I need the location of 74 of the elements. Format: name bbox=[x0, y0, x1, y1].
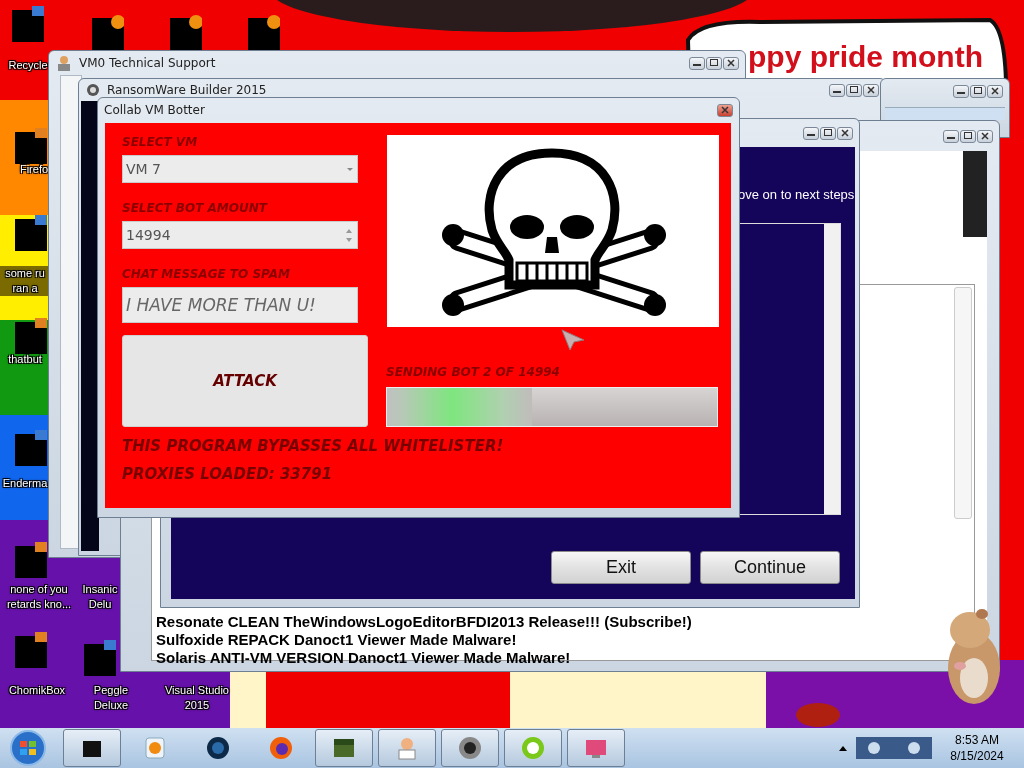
icon-label: Enderma bbox=[2, 476, 48, 491]
maximize-button[interactable] bbox=[960, 129, 976, 143]
icon-label: Insanic Delu bbox=[81, 582, 119, 612]
minimize-button[interactable] bbox=[689, 56, 705, 70]
maximize-icon bbox=[707, 58, 721, 68]
proxies-text: PROXIES LOADED: 33791 bbox=[122, 465, 334, 483]
icon-label: Recycle bbox=[7, 58, 49, 73]
maximize-button[interactable] bbox=[970, 84, 986, 98]
field-label: SELECT VM bbox=[122, 135, 199, 151]
app-icon[interactable] bbox=[15, 632, 47, 668]
progress-label: SENDING BOT 2 OF 14994 bbox=[386, 365, 561, 381]
close-icon bbox=[838, 128, 852, 138]
icon-label: ChomikBox bbox=[7, 683, 67, 698]
close-button[interactable] bbox=[987, 84, 1003, 98]
maximize-button[interactable] bbox=[706, 56, 722, 70]
window-title: VM0 Technical Support bbox=[79, 56, 217, 70]
message-field[interactable]: I HAVE MORE THAN U! bbox=[122, 287, 358, 323]
app-icon[interactable] bbox=[15, 542, 47, 578]
disc-icon bbox=[457, 735, 483, 761]
clock[interactable]: 8:53 AM 8/15/2024 bbox=[940, 732, 1014, 764]
wallpaper-text: ppy pride month bbox=[748, 40, 983, 74]
close-button[interactable] bbox=[863, 83, 879, 97]
taskbar-button[interactable] bbox=[441, 729, 499, 767]
icon-label: some ru ran a bbox=[0, 266, 50, 296]
list-line: Sulfoxide REPACK Danoct1 Viewer Made Malware! bbox=[156, 631, 518, 649]
taskbar-button[interactable] bbox=[63, 729, 121, 767]
close-icon bbox=[978, 131, 992, 141]
taskbar-button[interactable] bbox=[315, 729, 373, 767]
app-icon[interactable] bbox=[92, 14, 124, 50]
maximize-icon bbox=[847, 85, 861, 95]
app-icon[interactable] bbox=[15, 215, 47, 251]
maximize-icon bbox=[961, 131, 975, 141]
maximize-icon bbox=[821, 128, 835, 138]
app-icon[interactable] bbox=[15, 318, 47, 354]
window-title: Collab VM Botter bbox=[104, 103, 206, 117]
minimize-button[interactable] bbox=[953, 84, 969, 98]
close-button[interactable] bbox=[837, 126, 853, 140]
maximize-button[interactable] bbox=[820, 126, 836, 140]
field-label: SELECT BOT AMOUNT bbox=[122, 201, 269, 217]
dialog-button[interactable]: Exit bbox=[551, 551, 691, 584]
close-icon bbox=[988, 86, 1002, 96]
close-icon bbox=[718, 105, 732, 115]
close-button[interactable] bbox=[717, 103, 733, 117]
app-icon[interactable] bbox=[170, 14, 202, 50]
minimize-button[interactable] bbox=[943, 129, 959, 143]
close-icon bbox=[724, 58, 738, 68]
icon-label: none of you retards kno... bbox=[5, 582, 73, 612]
minimize-button[interactable] bbox=[829, 83, 845, 97]
caret-icon bbox=[346, 166, 354, 172]
scrollbar[interactable] bbox=[954, 287, 972, 519]
vm-dropdown[interactable]: VM 7 bbox=[122, 155, 358, 183]
person-icon bbox=[55, 54, 73, 72]
maximize-button[interactable] bbox=[846, 83, 862, 97]
icon-label: thatbut bbox=[7, 352, 43, 367]
close-button[interactable] bbox=[723, 56, 739, 70]
scrollbar[interactable] bbox=[824, 224, 840, 514]
icon-label: Visual Studio 2015 bbox=[164, 683, 230, 713]
attack-button[interactable]: ATTACK bbox=[122, 335, 368, 427]
play-icon bbox=[142, 735, 168, 761]
app-icon[interactable] bbox=[15, 128, 47, 164]
dialog-button[interactable]: Continue bbox=[700, 551, 840, 584]
close-icon bbox=[864, 85, 878, 95]
notice-text: THIS PROGRAM BYPASSES ALL WHITELISTER! bbox=[122, 437, 505, 455]
close-button[interactable] bbox=[977, 129, 993, 143]
maximize-icon bbox=[971, 86, 985, 96]
caret-icon[interactable] bbox=[838, 744, 848, 752]
icon-label: Peggle Deluxe bbox=[92, 683, 130, 713]
list-line: Solaris ANTI-VM VERSION Danoct1 Viewer Made Malware! bbox=[156, 649, 572, 667]
app-icon[interactable] bbox=[248, 14, 280, 50]
minimize-button[interactable] bbox=[803, 126, 819, 140]
field-label: CHAT MESSAGE TO SPAM bbox=[122, 267, 291, 283]
window-title: RansomWare Builder 2015 bbox=[107, 83, 268, 97]
icon-label: Firefo bbox=[18, 162, 50, 177]
list-line: Resonate CLEAN TheWindowsLogoEditorBFDI2013 Release!!! (Subscribe!) bbox=[156, 613, 693, 631]
